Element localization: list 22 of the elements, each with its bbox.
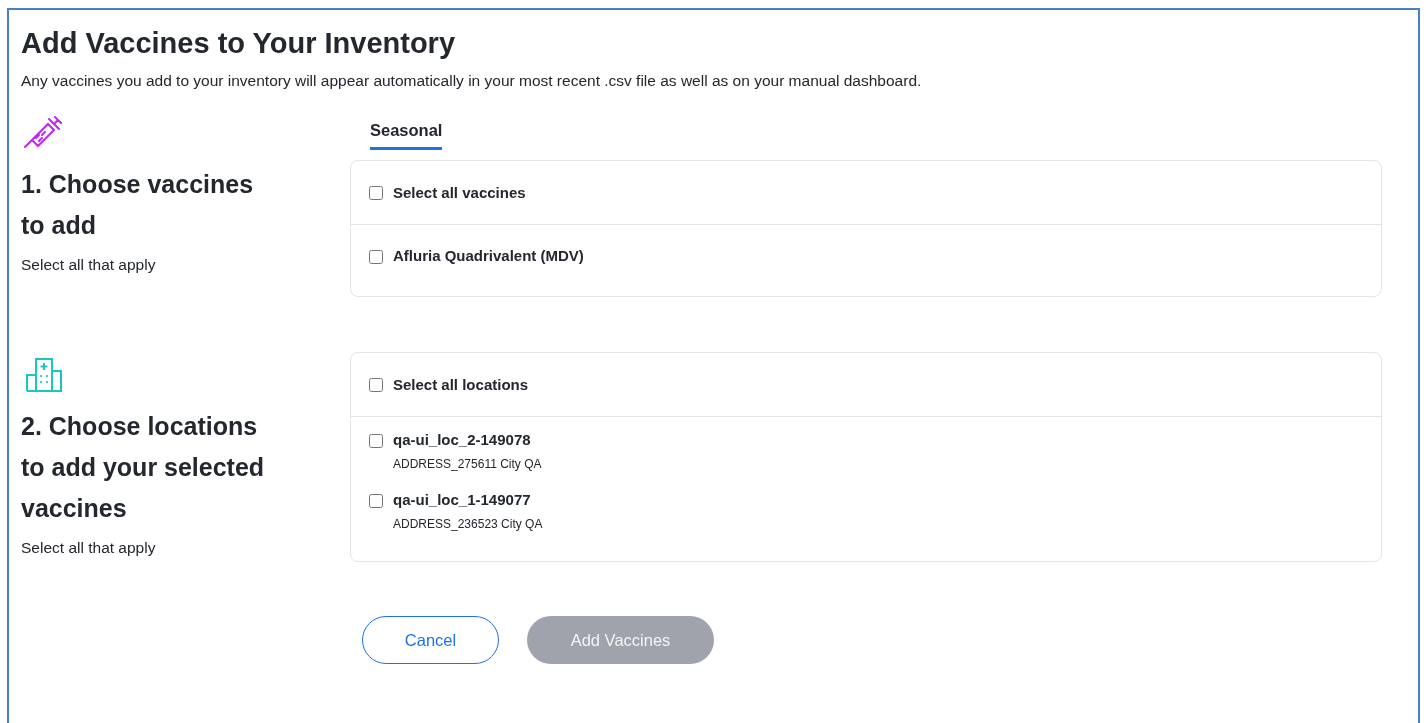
checkbox[interactable]	[369, 434, 383, 448]
step-heading: 2. Choose locations to add your selected vaccines	[21, 411, 266, 524]
checkbox[interactable]	[369, 494, 383, 508]
step-heading: 1. Choose vaccines to add	[21, 169, 255, 241]
cancel-button[interactable]: Cancel	[362, 616, 499, 664]
option-label: qa-ui_loc_2-149078	[393, 431, 532, 448]
syringe-icon	[24, 114, 62, 150]
checkbox[interactable]	[369, 377, 383, 392]
page-title: Add Vaccines to Your Inventory	[21, 28, 457, 58]
option-label: Select all vaccines	[393, 184, 526, 201]
address-text: ADDRESS_275611 City QA	[393, 457, 542, 471]
checkbox[interactable]	[369, 185, 383, 200]
option-label: Select all locations	[393, 376, 529, 393]
option-label: Afluria Quadrivalent (MDV)	[393, 247, 584, 264]
option-label: qa-ui_loc_1-149077	[393, 491, 532, 508]
step-hint: Select all that apply	[21, 539, 157, 557]
category-tab[interactable]: Seasonal	[370, 118, 443, 150]
step-hint: Select all that apply	[21, 256, 157, 274]
page-description: Any vaccines you add to your inventory will appear automatically in your most recent .csv file as well as on your manual dashboard.	[21, 72, 923, 90]
checkbox[interactable]	[369, 250, 383, 264]
address-text: ADDRESS_236523 City QA	[393, 517, 543, 531]
hospital-building-icon	[25, 356, 63, 392]
